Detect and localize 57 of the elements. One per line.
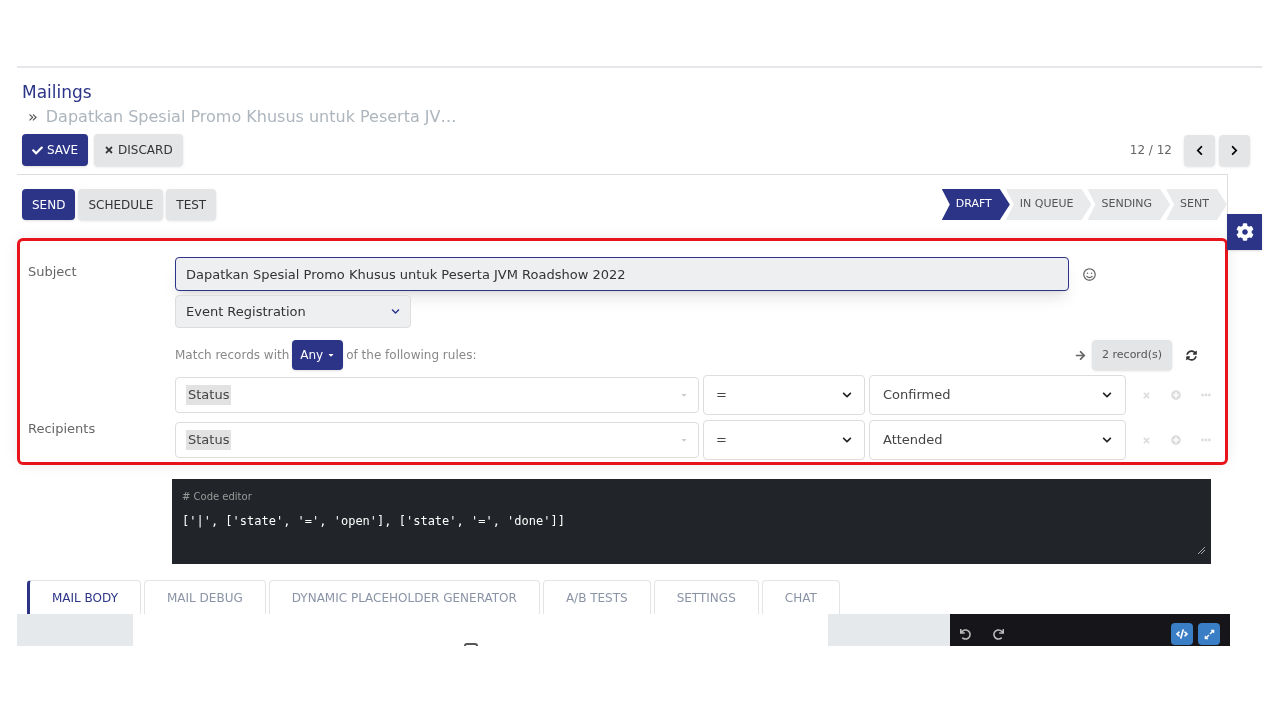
chevron-down-icon <box>842 435 852 445</box>
record-count-button[interactable]: 2 record(s) <box>1092 340 1172 370</box>
code-icon <box>1176 628 1188 640</box>
status-step[interactable]: DRAFT <box>941 189 1010 220</box>
next-button[interactable] <box>1219 134 1250 166</box>
fullscreen-button[interactable] <box>1198 623 1220 645</box>
pager-count: 12 / 12 <box>1129 142 1172 159</box>
subject-label: Subject <box>28 263 78 281</box>
chevron-down-icon <box>1102 390 1112 400</box>
chevron-left-icon <box>1194 144 1205 156</box>
editor-handle-icon <box>463 643 478 646</box>
caret-icon <box>680 391 688 399</box>
status-step[interactable]: SENT <box>1166 189 1227 220</box>
code-view-button[interactable] <box>1171 623 1193 645</box>
chevron-right-icon <box>1229 144 1240 156</box>
close-icon <box>104 145 115 155</box>
action-button[interactable]: TEST <box>166 189 217 220</box>
caret-icon <box>680 436 688 444</box>
code-editor-label: # Code editor <box>182 490 253 504</box>
previous-button[interactable] <box>1184 134 1215 166</box>
action-button[interactable]: SCHEDULE <box>78 189 164 220</box>
check-icon <box>32 144 43 156</box>
rule-operator-select[interactable]: = <box>703 375 865 415</box>
discard-button[interactable]: DISCARD <box>94 134 183 166</box>
status-step[interactable]: IN QUEUE <box>1005 189 1092 220</box>
settings-icon <box>1235 223 1254 241</box>
match-suffix: of the following rules: <box>346 347 477 364</box>
refresh-icon[interactable] <box>1186 349 1197 361</box>
rule-value-select[interactable]: Attended <box>869 420 1126 460</box>
save-button[interactable]: SAVE <box>22 134 89 166</box>
code-text: ['|', ['state', '=', 'open'], ['state', '=', 'done']] <box>182 513 566 530</box>
settings-button[interactable] <box>1227 214 1262 250</box>
chevron-down-icon <box>1102 435 1112 445</box>
emoji-icon[interactable] <box>1083 267 1096 281</box>
rule-operator-select[interactable]: = <box>703 420 865 460</box>
resize-handle-icon <box>1197 546 1205 554</box>
caret-icon <box>327 351 336 359</box>
match-prefix: Match records with <box>175 347 290 364</box>
undo-icon[interactable] <box>960 628 971 640</box>
breadcrumb-separator: » <box>28 106 38 128</box>
rule-field-select[interactable]: Status <box>175 377 699 413</box>
chevron-down-icon <box>842 390 852 400</box>
rule-field-select[interactable]: Status <box>175 422 699 458</box>
model-select[interactable]: Event Registration <box>175 295 411 328</box>
arrow-right-icon <box>1075 349 1087 361</box>
subject-field[interactable]: Dapatkan Spesial Promo Khusus untuk Peserta JVM Roadshow 2022 <box>175 257 1069 291</box>
redo-icon[interactable] <box>993 628 1004 640</box>
code-editor[interactable]: # Code editor ['|', ['state', '=', 'open'], ['state', '=', 'done']] <box>172 479 1211 564</box>
expand-icon <box>1203 628 1215 640</box>
breadcrumb-current: Dapatkan Spesial Promo Khusus untuk Peserta JV… <box>45 106 457 128</box>
action-button[interactable]: SEND <box>22 189 76 220</box>
rule-value-select[interactable]: Confirmed <box>869 375 1126 415</box>
match-mode-button[interactable]: Any <box>292 340 344 370</box>
chevron-down-icon <box>391 307 400 316</box>
page-title[interactable]: Mailings <box>22 80 1262 104</box>
status-step[interactable]: SENDING <box>1087 189 1171 220</box>
recipients-label: Recipients <box>28 419 97 438</box>
